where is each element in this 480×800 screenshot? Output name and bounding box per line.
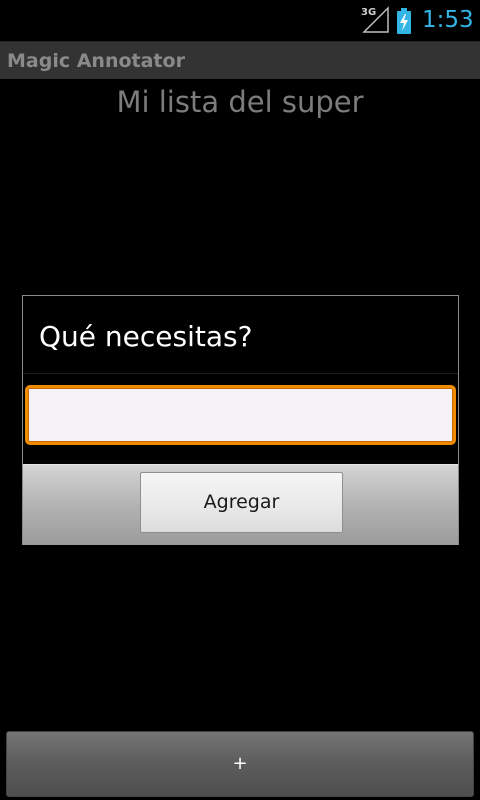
- battery-charging-icon: [397, 8, 411, 34]
- add-item-button[interactable]: +: [6, 731, 474, 797]
- page-title: Mi lista del super: [116, 85, 364, 119]
- agregar-button[interactable]: Agregar: [140, 472, 343, 533]
- status-clock: 1:53: [422, 7, 474, 33]
- status-bar: 3G 1:53: [0, 0, 480, 40]
- dialog-title: Qué necesitas?: [39, 320, 253, 353]
- action-bar: Magic Annotator: [0, 41, 480, 79]
- app-title: Magic Annotator: [7, 50, 185, 72]
- add-item-dialog: Qué necesitas? Agregar: [22, 295, 459, 545]
- dialog-button-bar: Agregar: [23, 464, 458, 545]
- screen: 3G 1:53 Magic Annotator Mi lista del sup…: [0, 0, 480, 800]
- dialog-divider: [23, 373, 458, 374]
- item-input[interactable]: [25, 385, 456, 445]
- signal-icon: [362, 6, 389, 33]
